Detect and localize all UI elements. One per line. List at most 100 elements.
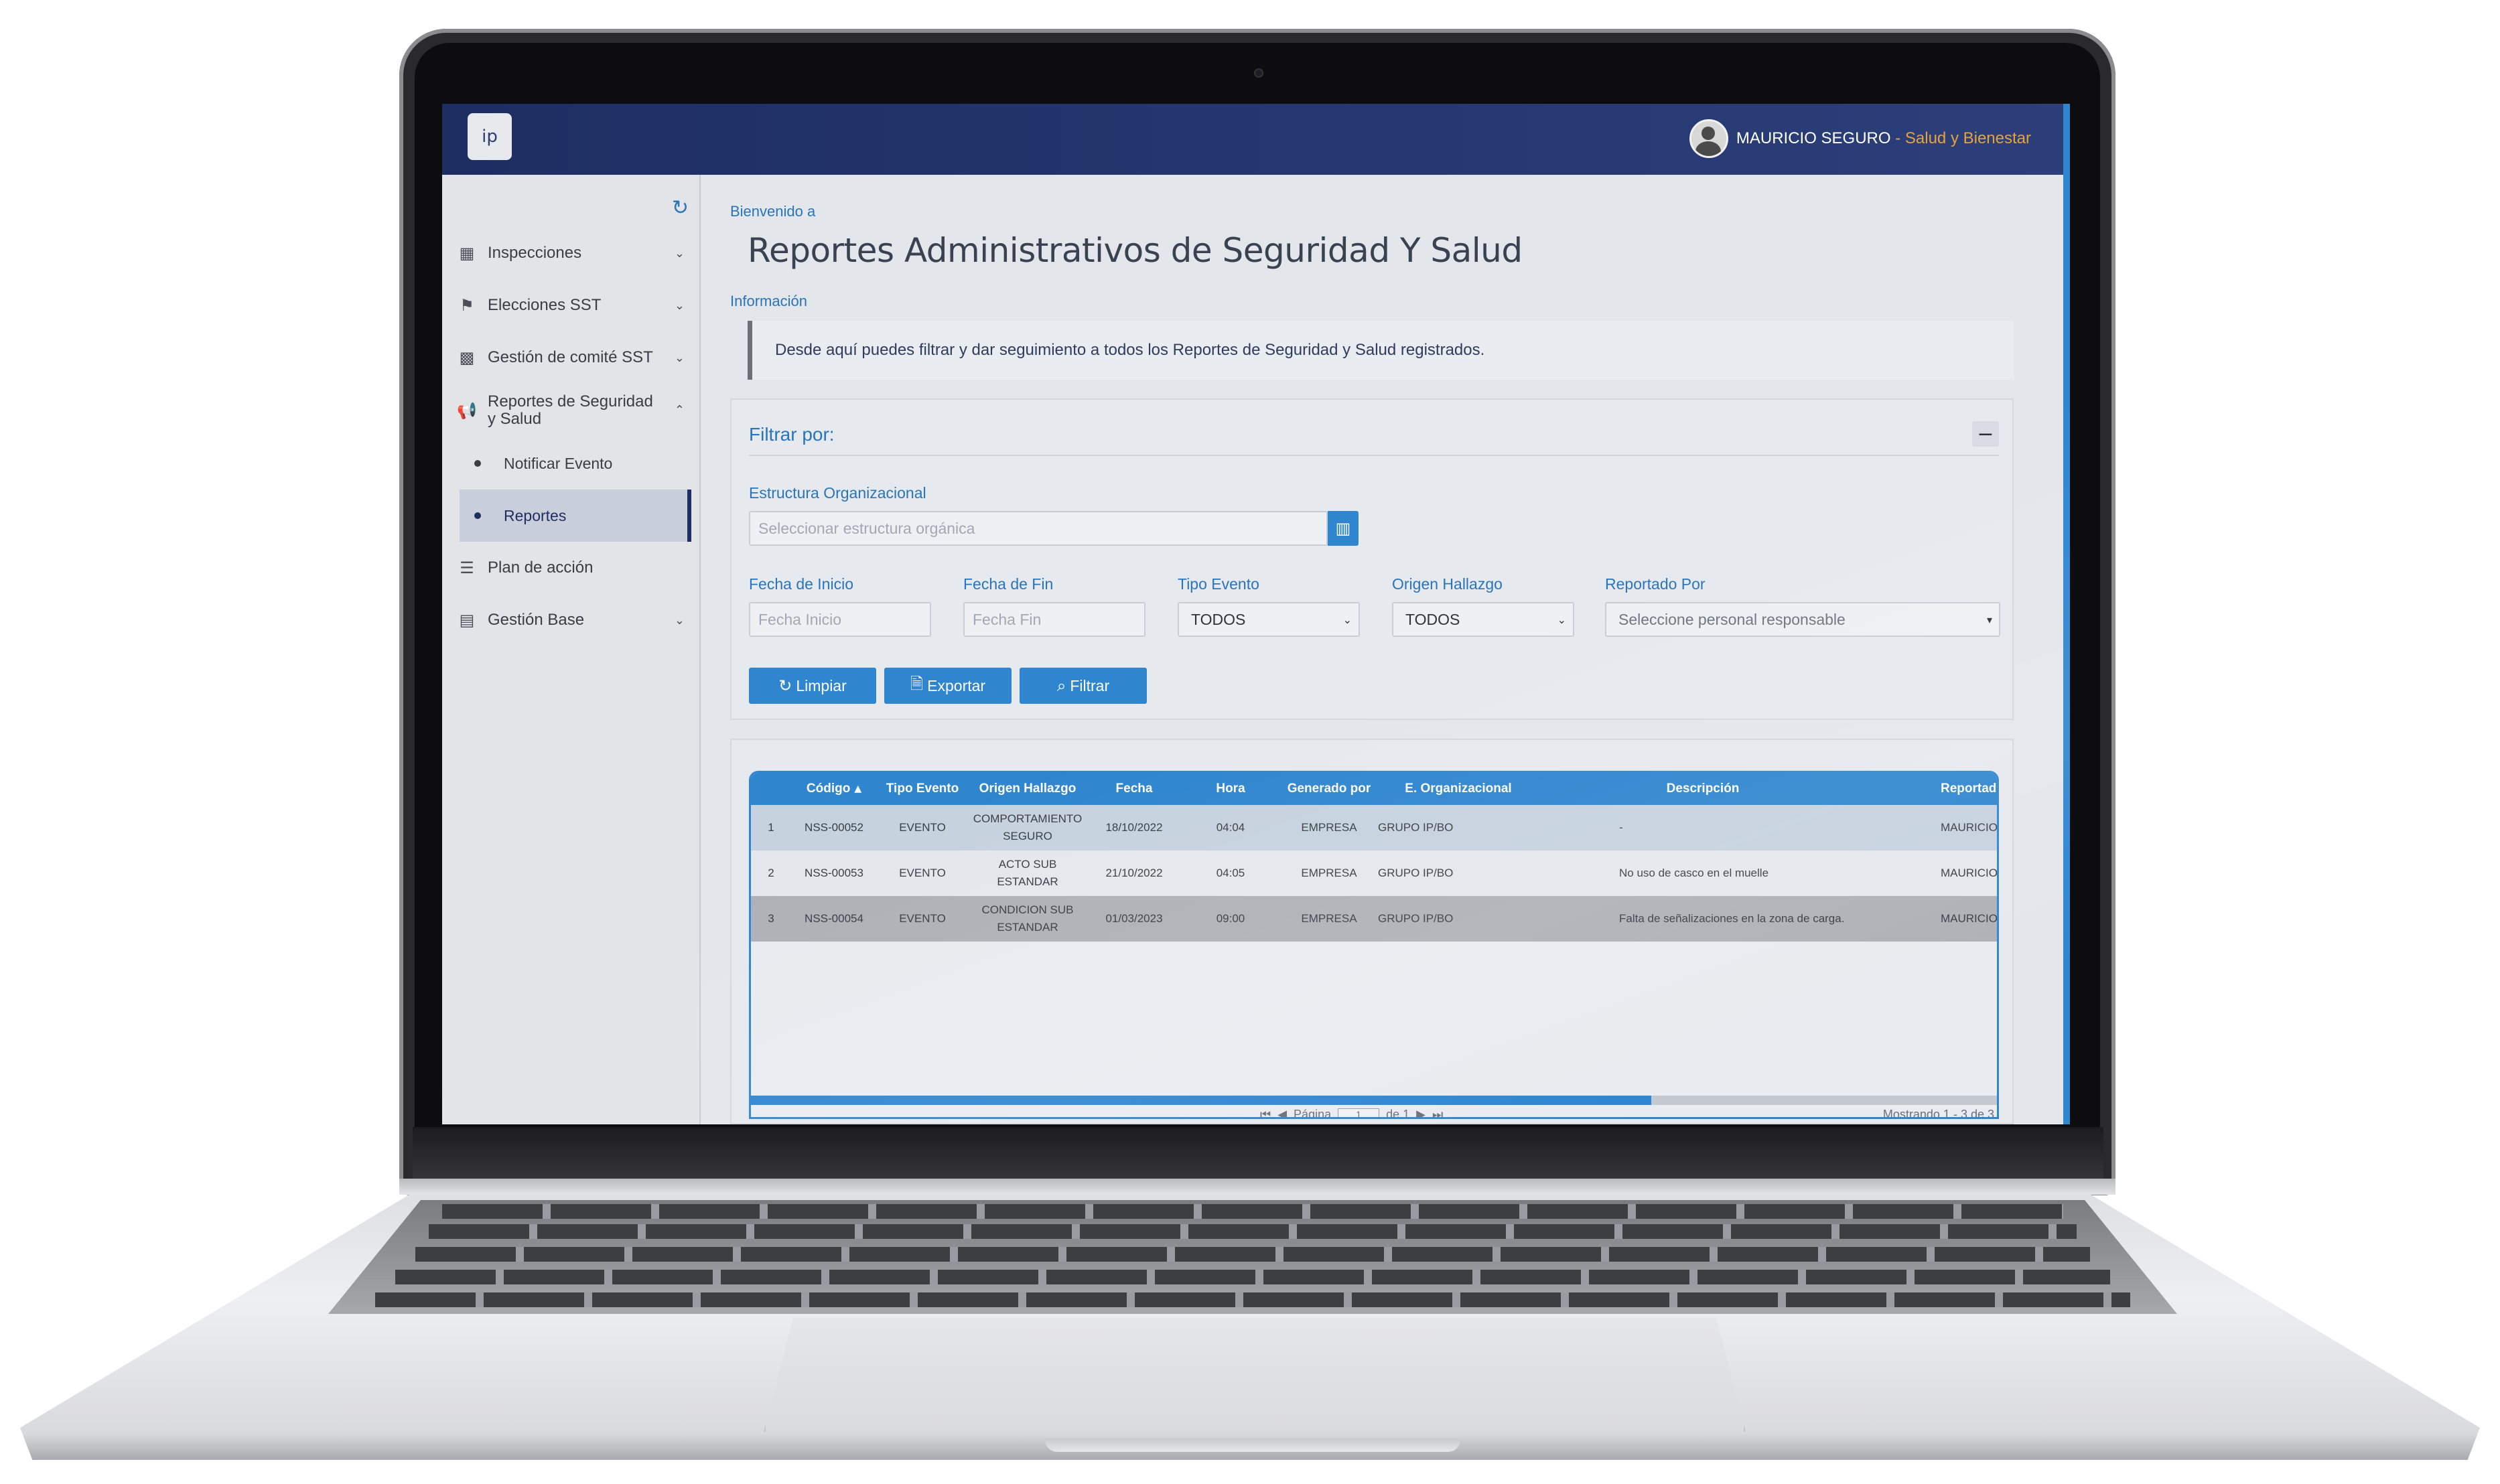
- page-of-label: de 1: [1386, 1108, 1410, 1119]
- cell-org: GRUPO IP/BO: [1378, 867, 1454, 879]
- ledger-icon: ▤: [459, 611, 475, 629]
- vertical-scrollbar[interactable]: [2063, 104, 2070, 1124]
- cell-fecha: 01/03/2023: [1105, 912, 1163, 925]
- exportar-button[interactable]: 🗎 Exportar: [884, 668, 1012, 704]
- key-row: [415, 1247, 2090, 1262]
- filtrar-button[interactable]: ⌕ Filtrar: [1020, 668, 1147, 704]
- cell-tipo: EVENTO: [899, 912, 946, 925]
- sidebar-subitem-label: Notificar Evento: [504, 454, 613, 472]
- cell-reportado: MAURICIO S: [1941, 867, 1998, 879]
- user-separator: -: [1890, 129, 1905, 147]
- records-summary: Mostrando 1 - 3 de 3: [1882, 1108, 1994, 1119]
- last-page-icon[interactable]: ⏭: [1432, 1108, 1443, 1117]
- org-structure-button[interactable]: ▥: [1328, 511, 1359, 546]
- reportado-por-placeholder: Seleccione personal responsable: [1618, 610, 1846, 628]
- table-row[interactable]: 1 NSS-00052 EVENTO COMPORTAMIENTO SEGURO…: [751, 805, 1998, 850]
- calendar-icon: ▦: [459, 244, 475, 263]
- caret-down-icon: ▾: [1986, 613, 1992, 626]
- chevron-down-icon: ⌄: [674, 246, 685, 261]
- cell-generado: EMPRESA: [1301, 821, 1357, 834]
- chevron-down-icon: ⌄: [674, 298, 685, 313]
- origen-hallazgo-select[interactable]: TODOS ⌄: [1392, 602, 1574, 637]
- screen: ip MAURICIO SEGURO - Salud y Bienestar ↻…: [442, 104, 2070, 1124]
- search-icon: ⌕: [1056, 676, 1066, 695]
- page-input[interactable]: 1: [1338, 1108, 1380, 1117]
- sidebar-subitem-label: Reportes: [504, 506, 567, 524]
- sidebar-item-label: Reportes de Seguridad y Salud: [488, 392, 653, 428]
- table-row[interactable]: 3 NSS-00054 EVENTO CONDICION SUB ESTANDA…: [751, 896, 1997, 942]
- column-header-reportado[interactable]: Reportado: [1941, 773, 1997, 805]
- megaphone-icon: 📢: [457, 401, 477, 420]
- sidebar-nav: ▦ Inspecciones ⌄ ⚑ Elecciones SST ⌄ ▩ Ge…: [442, 227, 699, 646]
- exportar-label: Exportar: [927, 676, 986, 694]
- sidebar-item-elecciones[interactable]: ⚑ Elecciones SST ⌄: [442, 279, 699, 331]
- fecha-fin-input[interactable]: Fecha Fin: [963, 602, 1145, 637]
- sidebar-item-label: Gestión Base: [488, 611, 585, 629]
- refresh-icon[interactable]: ↻: [672, 196, 689, 220]
- origen-hallazgo-value: TODOS: [1405, 610, 1460, 628]
- cell-codigo: NSS-00053: [805, 867, 863, 879]
- results-table: Código ▲ Tipo Evento Origen Hallazgo Fech…: [749, 771, 1999, 1119]
- list-icon: ☰: [460, 559, 474, 577]
- sidebar-subitem-notificar-evento[interactable]: Notificar Evento: [442, 437, 699, 490]
- collapse-button[interactable]: −: [1972, 421, 1999, 447]
- sidebar-item-plan-accion[interactable]: ☰ Plan de acción: [442, 542, 699, 594]
- sidebar-item-label: Elecciones SST: [488, 296, 602, 314]
- flag-icon: ⚑: [460, 296, 474, 315]
- column-header-codigo[interactable]: Código ▲: [791, 773, 877, 805]
- chevron-down-icon: ⌄: [674, 350, 685, 365]
- building-icon: ▥: [1335, 519, 1351, 538]
- next-page-icon[interactable]: ▶: [1416, 1108, 1426, 1117]
- cell-origen: COMPORTAMIENTO SEGURO: [973, 812, 1083, 842]
- sidebar-subitem-reportes[interactable]: Reportes: [460, 490, 691, 542]
- sidebar-item-label: Plan de acción: [488, 559, 594, 577]
- column-header-fecha[interactable]: Fecha: [1087, 773, 1181, 805]
- reportado-por-select[interactable]: Seleccione personal responsable ▾: [1605, 602, 2000, 637]
- logo-text: ip: [482, 127, 498, 147]
- sidebar-item-label: Inspecciones: [488, 244, 582, 262]
- column-header-tipo-evento[interactable]: Tipo Evento: [877, 773, 968, 805]
- cell-reportado: MAURICIO S: [1941, 821, 1998, 834]
- user-menu[interactable]: MAURICIO SEGURO - Salud y Bienestar: [1689, 119, 2031, 159]
- laptop-front-notch: [1045, 1438, 1460, 1452]
- limpiar-button[interactable]: ↻ Limpiar: [749, 668, 876, 704]
- column-header-org[interactable]: E. Organizacional: [1378, 773, 1539, 805]
- chevron-down-icon: ⌄: [1342, 613, 1352, 626]
- column-header-generado[interactable]: Generado por: [1280, 773, 1378, 805]
- committee-icon: ▩: [459, 348, 475, 367]
- page-title: Reportes Administrativos de Seguridad Y …: [748, 231, 1523, 270]
- cell-tipo: EVENTO: [899, 867, 946, 879]
- estructura-label: Estructura Organizacional: [749, 484, 926, 502]
- fecha-inicio-input[interactable]: Fecha Inicio: [749, 602, 931, 637]
- table-row[interactable]: 2 NSS-00053 EVENTO ACTO SUB ESTANDAR 21/…: [751, 850, 1998, 896]
- key-row: [442, 1204, 2063, 1219]
- sidebar-item-inspecciones[interactable]: ▦ Inspecciones ⌄: [442, 227, 699, 279]
- cell-descripcion: -: [1619, 821, 1623, 834]
- top-navbar: ip MAURICIO SEGURO - Salud y Bienestar: [442, 104, 2070, 175]
- prev-page-icon[interactable]: ◀: [1277, 1108, 1287, 1117]
- limpiar-label: Limpiar: [796, 676, 847, 694]
- fecha-fin-label: Fecha de Fin: [963, 575, 1054, 593]
- cell-index: 1: [768, 821, 774, 834]
- cell-fecha: 18/10/2022: [1105, 821, 1163, 834]
- app-logo[interactable]: ip: [468, 113, 512, 160]
- origen-hallazgo-label: Origen Hallazgo: [1392, 575, 1503, 593]
- sort-asc-icon: ▲: [854, 784, 862, 794]
- refresh-icon: ↻: [778, 676, 792, 695]
- main-content: Bienvenido a Reportes Administrativos de…: [701, 175, 2070, 1124]
- column-header-hora[interactable]: Hora: [1181, 773, 1280, 805]
- column-header-descripcion[interactable]: Descripción: [1539, 773, 1867, 805]
- scrollbar-thumb[interactable]: [751, 1096, 1651, 1105]
- cell-org: GRUPO IP/BO: [1378, 912, 1454, 925]
- column-header-origen[interactable]: Origen Hallazgo: [968, 773, 1087, 805]
- sidebar-item-gestion-base[interactable]: ▤ Gestión Base ⌄: [442, 594, 699, 646]
- sidebar-item-comite[interactable]: ▩ Gestión de comité SST ⌄: [442, 331, 699, 384]
- first-page-icon[interactable]: ⏮: [1260, 1108, 1271, 1117]
- info-text: Desde aquí puedes filtrar y dar seguimie…: [775, 341, 1485, 359]
- tipo-evento-select[interactable]: TODOS ⌄: [1178, 602, 1360, 637]
- tipo-evento-label: Tipo Evento: [1178, 575, 1259, 593]
- horizontal-scrollbar[interactable]: [751, 1096, 1997, 1105]
- sidebar-item-reportes-seguridad[interactable]: 📢 Reportes de Seguridad y Salud ⌃: [442, 384, 699, 437]
- table-header: Código ▲ Tipo Evento Origen Hallazgo Fech…: [751, 773, 1997, 805]
- estructura-input[interactable]: Seleccionar estructura orgánica: [749, 511, 1328, 546]
